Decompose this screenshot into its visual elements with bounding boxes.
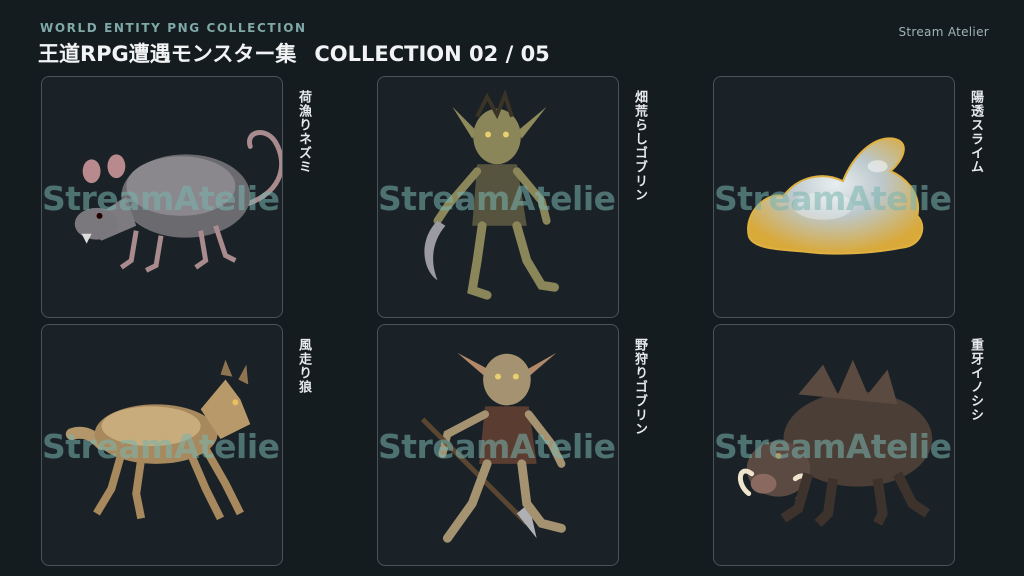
monster-label: 風走り狼 xyxy=(296,338,311,394)
monster-card-boar[interactable]: StreamAtelier xyxy=(713,324,955,566)
page-title: 王道RPG遭遇モンスター集 COLLECTION 02 / 05 xyxy=(38,38,550,68)
monster-label: 荷漁りネズミ xyxy=(296,90,311,174)
monster-card-goblin-hunt[interactable]: StreamAtelier xyxy=(377,324,619,566)
slime-illustration xyxy=(747,137,924,255)
monster-label: 野狩りゴブリン xyxy=(632,338,647,436)
wolf-illustration xyxy=(65,359,251,521)
monster-card-goblin-farm[interactable]: StreamAtelier xyxy=(377,76,619,318)
monster-card-wolf[interactable]: StreamAtelier xyxy=(41,324,283,566)
collection-number: COLLECTION 02 / 05 xyxy=(314,42,550,66)
boar-illustration xyxy=(738,359,933,527)
goblin-spear-illustration xyxy=(420,352,566,543)
header-kicker: WORLD ENTITY PNG COLLECTION xyxy=(40,21,307,35)
rat-illustration xyxy=(74,130,282,273)
monster-card-rat[interactable]: StreamAtelier xyxy=(41,76,283,318)
monster-label: 重牙イノシシ xyxy=(968,338,983,422)
collection-title: 王道RPG遭遇モンスター集 xyxy=(38,42,297,66)
goblin-sickle-illustration xyxy=(424,88,559,300)
monster-card-slime[interactable]: StreamAtelier xyxy=(713,76,955,318)
monster-label: 畑荒らしゴブリン xyxy=(632,90,647,202)
brand-name: Stream Atelier xyxy=(898,25,989,39)
monster-label: 陽透スライム xyxy=(968,90,983,174)
